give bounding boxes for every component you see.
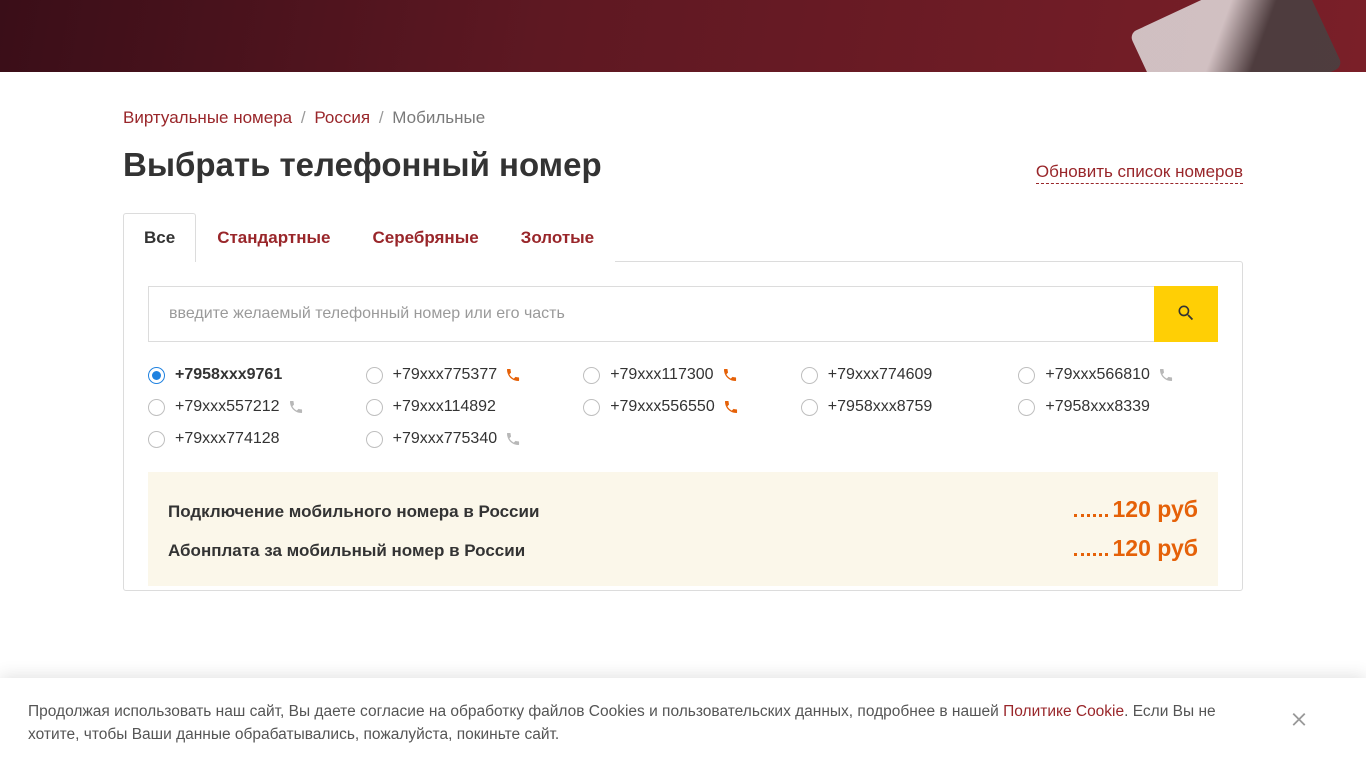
phone-icon <box>723 399 739 415</box>
radio-icon <box>801 399 818 416</box>
search-button[interactable] <box>1154 286 1218 342</box>
refresh-numbers-link[interactable]: Обновить список номеров <box>1036 162 1243 184</box>
monthly-fee-label: Абонплата за мобильный номер в России <box>168 541 525 561</box>
number-option[interactable]: +7958xxx8759 <box>801 398 1001 416</box>
monthly-fee-value: 120 руб <box>1112 535 1198 562</box>
number-text: +79xxx775377 <box>393 366 498 384</box>
number-text: +79xxx117300 <box>610 366 713 384</box>
breadcrumb-link-virtual[interactable]: Виртуальные номера <box>123 108 292 127</box>
number-option[interactable]: +79xxx557212 <box>148 398 348 416</box>
number-option[interactable]: +79xxx774128 <box>148 430 348 448</box>
number-option[interactable]: +79xxx566810 <box>1018 366 1218 384</box>
number-text: +79xxx566810 <box>1045 366 1150 384</box>
breadcrumb-link-russia[interactable]: Россия <box>314 108 370 127</box>
radio-icon <box>366 367 383 384</box>
cookie-text: Продолжая использовать наш сайт, Вы дает… <box>28 703 1003 720</box>
setup-fee-label: Подключение мобильного номера в России <box>168 502 539 522</box>
radio-icon <box>801 367 818 384</box>
tabs: Все Стандартные Серебряные Золотые <box>123 212 1243 261</box>
radio-icon <box>366 399 383 416</box>
radio-icon <box>148 399 165 416</box>
number-text: +79xxx774128 <box>175 430 280 448</box>
tab-standard[interactable]: Стандартные <box>196 213 351 262</box>
cookie-close-button[interactable] <box>1288 708 1310 737</box>
radio-icon <box>148 431 165 448</box>
tab-silver[interactable]: Серебряные <box>352 213 500 262</box>
number-option[interactable]: +79xxx774609 <box>801 366 1001 384</box>
number-text: +79xxx557212 <box>175 398 280 416</box>
breadcrumb-sep: / <box>297 108 310 127</box>
number-option[interactable]: +79xxx556550 <box>583 398 783 416</box>
number-text: +79xxx775340 <box>393 430 498 448</box>
breadcrumb-current: Мобильные <box>392 108 485 127</box>
tab-gold[interactable]: Золотые <box>500 213 615 262</box>
page-title: Выбрать телефонный номер <box>123 146 602 184</box>
price-dots <box>1074 514 1108 517</box>
number-option[interactable]: +79xxx775377 <box>366 366 566 384</box>
radio-icon <box>366 431 383 448</box>
number-text: +7958xxx8759 <box>828 398 933 416</box>
breadcrumb-sep: / <box>375 108 388 127</box>
search-input[interactable] <box>148 286 1154 342</box>
number-text: +79xxx114892 <box>393 398 496 416</box>
setup-fee-value: 120 руб <box>1112 496 1198 523</box>
price-box: Подключение мобильного номера в России 1… <box>148 472 1218 586</box>
phone-icon <box>288 399 304 415</box>
number-text: +79xxx556550 <box>610 398 715 416</box>
number-option[interactable]: +79xxx775340 <box>366 430 566 448</box>
tab-all[interactable]: Все <box>123 213 196 262</box>
number-option[interactable]: +7958xxx8339 <box>1018 398 1218 416</box>
phone-icon <box>1158 367 1174 383</box>
number-text: +7958xxx8339 <box>1045 398 1150 416</box>
hero-banner <box>0 0 1366 72</box>
cookie-policy-link[interactable]: Политике Cookie <box>1003 703 1124 720</box>
phone-icon <box>505 367 521 383</box>
phone-icon <box>722 367 738 383</box>
radio-icon <box>583 399 600 416</box>
number-option[interactable]: +79xxx117300 <box>583 366 783 384</box>
breadcrumb: Виртуальные номера / Россия / Мобильные <box>123 72 1243 146</box>
panel: +7958xxx9761 +79xxx775377 +79xxx117300 +79x… <box>123 261 1243 591</box>
phone-icon <box>505 431 521 447</box>
radio-icon <box>1018 399 1035 416</box>
numbers-grid: +7958xxx9761 +79xxx775377 +79xxx117300 +79x… <box>148 358 1218 466</box>
radio-icon <box>583 367 600 384</box>
number-text: +79xxx774609 <box>828 366 933 384</box>
radio-icon <box>1018 367 1035 384</box>
search-icon <box>1176 303 1196 326</box>
number-option[interactable]: +79xxx114892 <box>366 398 566 416</box>
number-text: +7958xxx9761 <box>175 366 282 384</box>
radio-icon <box>148 367 165 384</box>
close-icon <box>1288 717 1310 734</box>
price-dots <box>1074 553 1108 556</box>
number-option[interactable]: +7958xxx9761 <box>148 366 348 384</box>
cookie-banner: Продолжая использовать наш сайт, Вы дает… <box>0 678 1366 768</box>
